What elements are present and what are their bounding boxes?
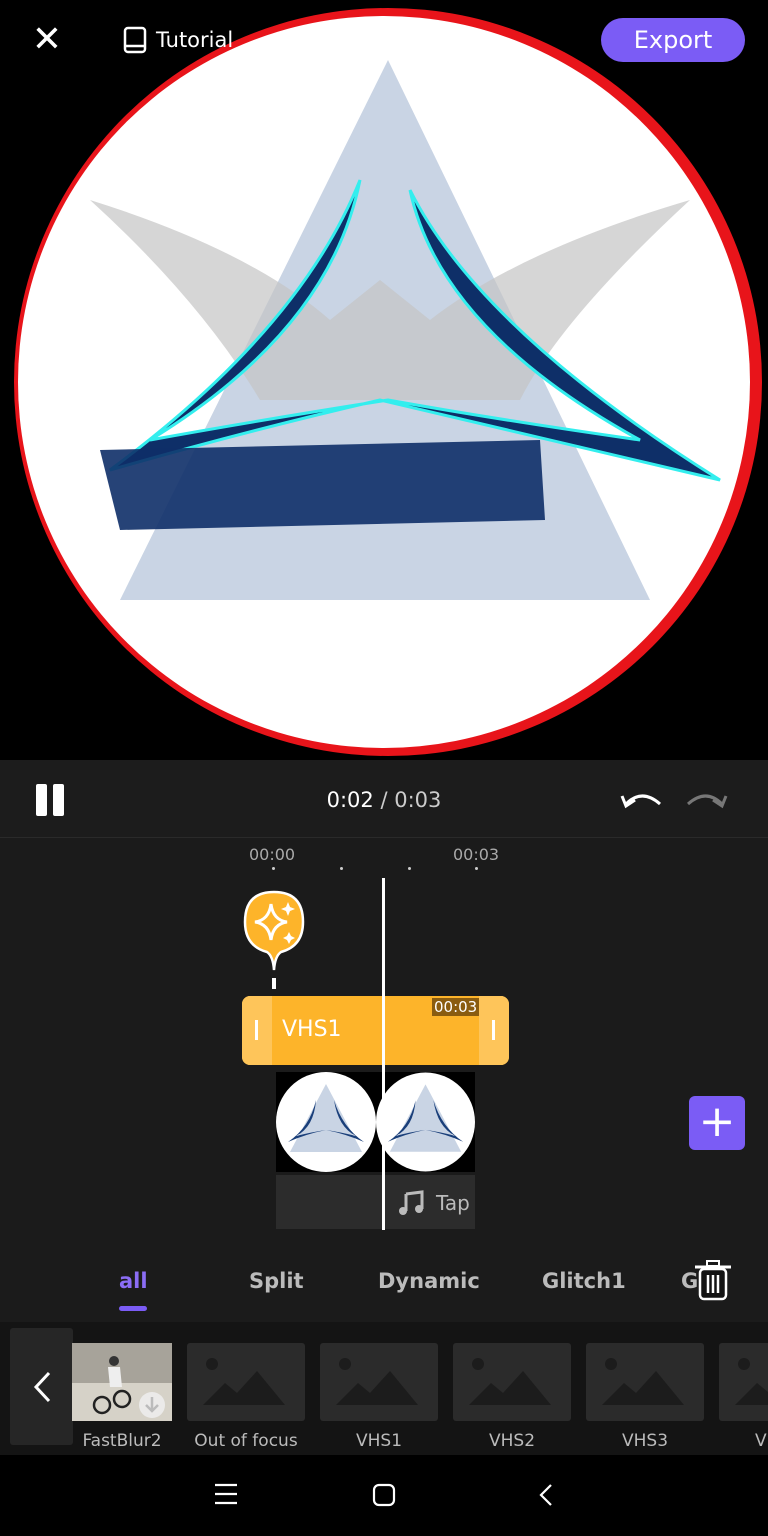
total-time: 0:03	[394, 788, 442, 812]
time-separator: /	[380, 788, 388, 812]
ruler-tick	[475, 867, 478, 870]
music-note-icon	[399, 1190, 424, 1215]
effect-item-vhs2[interactable]: VHS2	[453, 1343, 571, 1451]
trash-icon[interactable]	[692, 1259, 734, 1301]
audio-label: Tap	[436, 1191, 470, 1215]
ruler-tick	[272, 867, 275, 870]
video-preview[interactable]	[0, 0, 768, 760]
image-placeholder-icon	[453, 1343, 571, 1421]
video-thumbnail	[276, 1072, 376, 1172]
recent-apps-icon[interactable]	[214, 1483, 238, 1505]
effect-label: V	[755, 1431, 767, 1451]
effect-item-vhs3[interactable]: VHS3	[586, 1343, 704, 1451]
effect-item-fastblur2[interactable]: FastBlur2	[72, 1343, 172, 1451]
back-nav-icon[interactable]	[538, 1483, 554, 1507]
ruler-tick	[408, 867, 411, 870]
effect-category-tabs: all Split Dynamic Glitch1 G	[0, 1255, 768, 1320]
playhead[interactable]	[382, 878, 385, 1230]
tutorial-label: Tutorial	[156, 28, 234, 52]
redo-icon[interactable]	[684, 786, 728, 816]
home-icon[interactable]	[372, 1483, 396, 1507]
effect-label: VHS3	[621, 1431, 669, 1451]
tab-split[interactable]: Split	[249, 1269, 304, 1293]
video-thumbnail	[376, 1072, 475, 1172]
video-track[interactable]	[276, 1072, 475, 1172]
chevron-left-icon	[33, 1371, 50, 1402]
effect-label: VHS1	[355, 1431, 403, 1451]
tab-glitch1[interactable]: Glitch1	[542, 1269, 626, 1293]
active-tab-indicator	[119, 1306, 147, 1311]
effect-item-out-of-focus[interactable]: Out of focus	[187, 1343, 305, 1451]
clip-left-handle[interactable]	[242, 996, 272, 1065]
clip-right-handle[interactable]	[479, 996, 509, 1065]
image-placeholder-icon	[187, 1343, 305, 1421]
book-icon	[123, 26, 147, 54]
effect-thumbnail	[72, 1343, 172, 1421]
close-button[interactable]: ✕	[28, 22, 66, 60]
export-button[interactable]: Export	[601, 18, 745, 62]
back-button[interactable]	[10, 1328, 73, 1445]
system-nav-bar	[0, 1455, 768, 1536]
effect-label: FastBlur2	[82, 1431, 162, 1451]
effect-item-vhs1[interactable]: VHS1	[320, 1343, 438, 1451]
ruler-tick	[340, 867, 343, 870]
effect-label: Out of focus	[194, 1431, 298, 1451]
tutorial-button[interactable]: Tutorial	[122, 24, 233, 56]
tab-dynamic[interactable]: Dynamic	[378, 1269, 480, 1293]
add-audio[interactable]: Tap	[398, 1190, 470, 1216]
image-placeholder-icon	[586, 1343, 704, 1421]
image-placeholder-icon	[320, 1343, 438, 1421]
add-clip-button[interactable]: +	[689, 1096, 745, 1150]
undo-icon[interactable]	[620, 786, 664, 816]
effect-clip-label: VHS1	[282, 1017, 342, 1042]
ruler-label: 00:03	[453, 845, 500, 864]
current-time: 0:02	[326, 788, 374, 812]
image-placeholder-icon	[719, 1343, 768, 1421]
effect-marker-icon[interactable]	[243, 890, 305, 990]
effect-clip-duration: 00:03	[432, 998, 480, 1016]
effect-item-partial[interactable]: V	[719, 1343, 768, 1451]
effect-label: VHS2	[488, 1431, 536, 1451]
ruler-label: 00:00	[249, 845, 296, 864]
tab-all[interactable]: all	[119, 1269, 148, 1293]
